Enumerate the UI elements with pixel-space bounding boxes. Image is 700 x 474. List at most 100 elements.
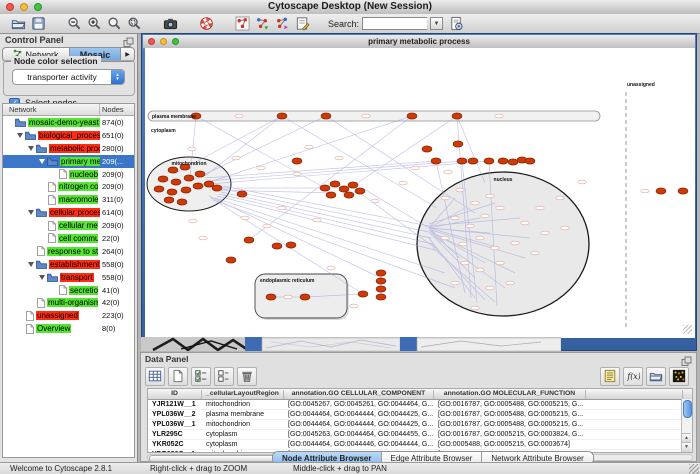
- tree-row-label: cellular process: [49, 208, 100, 217]
- data-panel: Data Panel f(x) ID_cellularLayoutRegiona…: [140, 352, 697, 462]
- tree-row-nodes: 41(0): [102, 286, 120, 295]
- tree-column-nodes[interactable]: Nodes: [102, 105, 124, 114]
- network-nodes[interactable]: [154, 113, 688, 300]
- scrollbar-thumb[interactable]: [683, 400, 692, 418]
- snapshot-icon[interactable]: [160, 15, 180, 33]
- table-cell: [GO:0044464, GO:0044444, GO:0044425, G..…: [284, 410, 434, 419]
- tree-row-nodes: 558(0): [102, 260, 124, 269]
- table-row[interactable]: YKR052Ccytoplasm[GO:0044464, GO:0044446,…: [148, 440, 692, 450]
- tree-row-response-to-stimulu[interactable]: response to stimulu264(0): [3, 245, 134, 258]
- table-row[interactable]: YJR121W__1mitochondrion[GO:0045267, GO:0…: [148, 400, 692, 410]
- status-bar: Welcome to Cytoscape 2.8.1 Right-click +…: [0, 462, 700, 474]
- tree-row-nitrogen-compo[interactable]: nitrogen compo 209(0): [3, 180, 134, 193]
- select-stepper-icon: ▴▾: [111, 70, 124, 84]
- network-canvas[interactable]: plasma membranecytoplasmmitochondrionnuc…: [145, 48, 695, 338]
- matrix-icon[interactable]: [669, 367, 689, 386]
- scroll-down-icon[interactable]: ▼: [682, 442, 691, 452]
- network-window-titlebar[interactable]: primary metabolic process: [143, 35, 695, 49]
- tree-row-establishment-of-lo[interactable]: establishment of lo558(0): [3, 258, 134, 271]
- tree-row-label: establishment of lo: [49, 260, 100, 269]
- expander-icon[interactable]: [28, 210, 34, 215]
- table-cell: [GO:0016787, GO:0005488, GO:0005215, G..…: [434, 410, 586, 419]
- folder-icon: [36, 144, 47, 153]
- annotation-icon[interactable]: [292, 15, 312, 33]
- function-builder-icon[interactable]: f(x): [623, 367, 643, 386]
- data-panel-title: Data Panel: [145, 354, 188, 364]
- table-row[interactable]: YLR295Ccytoplasm[GO:0045263, GO:0044464,…: [148, 430, 692, 440]
- tree-row-transport[interactable]: transport558(0): [3, 271, 134, 284]
- column-header[interactable]: annotation.GO CELLULAR_COMPONENT: [284, 390, 434, 399]
- tree-row-mosaic-demo-yeast[interactable]: mosaic-demo-yeast874(0): [3, 116, 134, 129]
- column-header[interactable]: annotation.GO MOLECULAR_FUNCTION: [434, 390, 586, 399]
- tree-row-overview[interactable]: Overview8(0): [3, 322, 134, 335]
- tree-row-macromolecule[interactable]: macromolecule311(0): [3, 193, 134, 206]
- tree-row-unassigned[interactable]: unassigned223(0): [3, 309, 134, 322]
- table-vertical-scrollbar[interactable]: ▲ ▼: [681, 399, 692, 452]
- tree-row-nodes: 209(0): [102, 182, 124, 191]
- help-icon[interactable]: [196, 15, 216, 33]
- float-panel-icon[interactable]: [681, 354, 692, 365]
- tree-row-label: secretion: [69, 286, 98, 295]
- search-options-icon[interactable]: [446, 15, 466, 33]
- float-panel-icon[interactable]: [123, 35, 134, 46]
- tree-row-primary-metabo[interactable]: primary metabo209(...: [3, 155, 134, 168]
- zoom-in-icon[interactable]: [84, 15, 104, 33]
- svg-text:endoplasmic reticulum: endoplasmic reticulum: [260, 278, 315, 284]
- tree-column-network[interactable]: Network: [9, 105, 37, 114]
- tree-row-label: nitrogen compo: [58, 182, 98, 191]
- attribute-table-header: ID_cellularLayoutRegionannotation.GO CEL…: [148, 389, 692, 400]
- column-header[interactable]: _cellularLayoutRegion: [202, 390, 284, 399]
- expander-icon[interactable]: [39, 275, 45, 280]
- table-row[interactable]: YPL036W__2plasma membrane[GO:0044464, GO…: [148, 410, 692, 420]
- zoom-out-icon[interactable]: [64, 15, 84, 33]
- file-icon: [26, 324, 34, 334]
- tree-row-biological-process[interactable]: biological_process651(0): [3, 129, 134, 142]
- save-icon[interactable]: [28, 15, 48, 33]
- import-attributes-icon[interactable]: [646, 367, 666, 386]
- column-header[interactable]: ID: [148, 390, 202, 399]
- app-resize-grip[interactable]: [689, 464, 699, 474]
- tree-row-secretion[interactable]: secretion 41(0): [3, 284, 134, 297]
- tree-row-cell-communicat[interactable]: cell communicat22(0): [3, 232, 134, 245]
- expander-icon[interactable]: [28, 262, 34, 267]
- delete-attribute-icon[interactable]: [237, 367, 257, 386]
- svg-text:mitochondrion: mitochondrion: [172, 161, 207, 167]
- zoom-selected-icon[interactable]: [124, 15, 144, 33]
- search-input[interactable]: [362, 17, 427, 30]
- tree-row-nodes: 22(0): [102, 234, 120, 243]
- attribute-grid-icon[interactable]: [145, 367, 165, 386]
- svg-text:nucleus: nucleus: [494, 177, 513, 183]
- expander-icon[interactable]: [28, 146, 34, 151]
- import-table-icon[interactable]: [272, 15, 292, 33]
- expander-icon[interactable]: [39, 159, 45, 164]
- tree-row-multi-organism-pro[interactable]: multi-organism pro42(0): [3, 296, 134, 309]
- import-network-icon[interactable]: [252, 15, 272, 33]
- new-network-icon[interactable]: [232, 15, 252, 33]
- network-view-window: primary metabolic process plasma membran…: [141, 33, 697, 351]
- control-panel-title: Control Panel: [5, 35, 64, 45]
- tree-row-cellular-metabo[interactable]: cellular metabo209(0): [3, 219, 134, 232]
- zoom-fit-icon[interactable]: [104, 15, 124, 33]
- folder-icon: [15, 118, 26, 127]
- search-dropdown-button[interactable]: ▼: [430, 17, 443, 30]
- table-cell: [GO:0016787, GO:0005215, GO:0003824, G..…: [434, 430, 586, 439]
- search-label: Search:: [328, 19, 359, 29]
- table-cell: [GO:0044464, GO:0044444, GO:0044425, G..…: [284, 420, 434, 429]
- tree-row-cellular-process[interactable]: cellular process614(0): [3, 206, 134, 219]
- tree-row-nodes: 264(0): [102, 247, 124, 256]
- expander-icon[interactable]: [17, 133, 23, 138]
- tree-row-nucleobase-[interactable]: nucleobase-209(0): [3, 168, 134, 181]
- table-cell: cytoplasm: [202, 440, 284, 449]
- unselect-attributes-icon[interactable]: [214, 367, 234, 386]
- new-attribute-icon[interactable]: [168, 367, 188, 386]
- select-attributes-icon[interactable]: [191, 367, 211, 386]
- tree-row-metabolic-process[interactable]: metabolic process280(0): [3, 142, 134, 155]
- open-icon[interactable]: [8, 15, 28, 33]
- node-color-selection-label: Node color selection: [11, 56, 101, 66]
- background-windows-strip: [141, 337, 561, 351]
- file-icon: [48, 195, 56, 205]
- notes-icon[interactable]: [600, 367, 620, 386]
- view-resize-grip[interactable]: [683, 325, 692, 334]
- node-color-select[interactable]: transporter activity ▴▾: [12, 69, 125, 85]
- table-row[interactable]: YPL036W__1mitochondrion[GO:0044464, GO:0…: [148, 420, 692, 430]
